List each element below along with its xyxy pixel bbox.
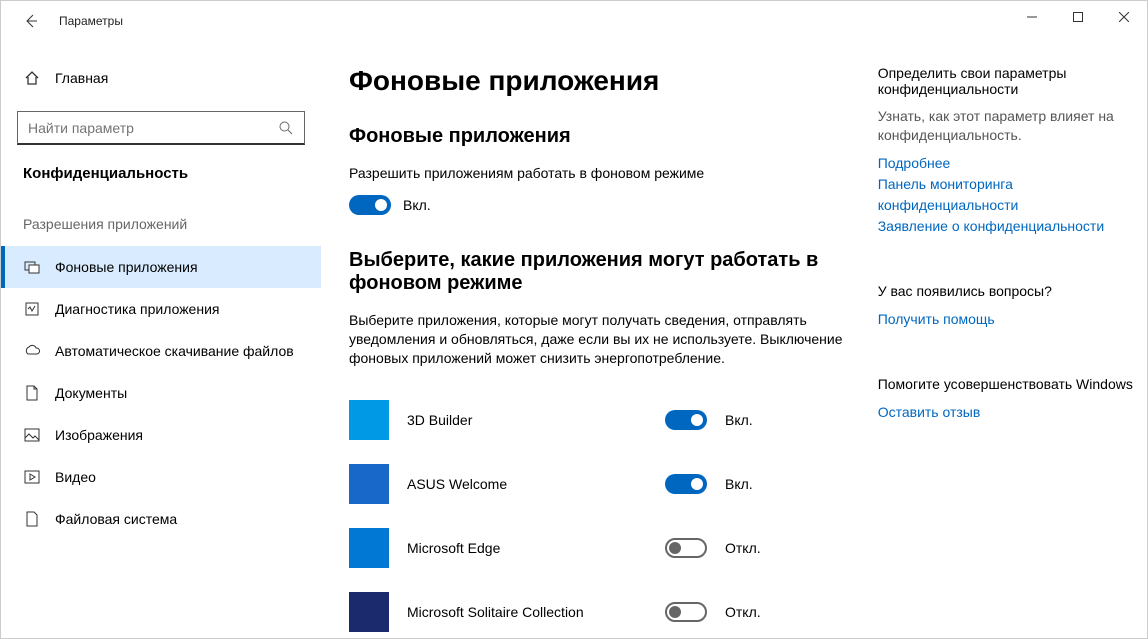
side-privacy-heading: Определить свои параметры конфиденциальн… [878, 65, 1147, 97]
link-privacy-dashboard[interactable]: Панель мониторинга конфиденциальности [878, 174, 1147, 216]
link-get-help[interactable]: Получить помощь [878, 309, 1147, 330]
group-title: Разрешения приложений [17, 216, 305, 232]
section-background-apps-heading: Фоновые приложения [349, 125, 848, 148]
sidebar-item-app-diagnostics[interactable]: Диагностика приложения [1, 288, 321, 330]
master-toggle[interactable] [349, 195, 391, 215]
search-box[interactable] [17, 111, 305, 145]
sidebar-item-videos[interactable]: Видео [1, 456, 321, 498]
app-list: 3D Builder Вкл. ASUS Welcome Вкл. Microsoft … [349, 388, 848, 638]
sidebar-item-label: Видео [55, 469, 96, 485]
choose-apps-description: Выберите приложения, которые могут получ… [349, 311, 848, 368]
sidebar: Главная Конфиденциальность Разрешения пр… [1, 41, 321, 638]
app-icon [349, 528, 389, 568]
video-icon [23, 468, 41, 486]
app-toggle[interactable] [665, 410, 707, 430]
app-row: Microsoft Solitaire Collection Откл. [349, 580, 848, 638]
app-row: ASUS Welcome Вкл. [349, 452, 848, 516]
minimize-icon [1027, 12, 1037, 22]
home-button[interactable]: Главная [17, 65, 305, 91]
back-arrow-icon [23, 13, 39, 29]
sidebar-item-label: Документы [55, 385, 127, 401]
app-name: Microsoft Edge [407, 540, 647, 556]
app-row: Microsoft Edge Откл. [349, 516, 848, 580]
master-toggle-description: Разрешить приложениям работать в фоновом… [349, 164, 848, 183]
app-toggle-label: Откл. [725, 540, 761, 556]
home-icon [23, 69, 41, 87]
link-privacy-statement[interactable]: Заявление о конфиденциальности [878, 216, 1147, 237]
sidebar-item-label: Автоматическое скачивание файлов [55, 343, 294, 359]
close-button[interactable] [1101, 1, 1147, 33]
search-input[interactable] [28, 120, 278, 136]
cloud-download-icon [23, 342, 41, 360]
main-area: Фоновые приложения Фоновые приложения Ра… [321, 41, 1147, 638]
diagnostics-icon [23, 300, 41, 318]
maximize-button[interactable] [1055, 1, 1101, 33]
sidebar-item-documents[interactable]: Документы [1, 372, 321, 414]
app-icon [349, 400, 389, 440]
sidebar-item-label: Изображения [55, 427, 143, 443]
sidebar-item-label: Диагностика приложения [55, 301, 219, 317]
sidebar-item-pictures[interactable]: Изображения [1, 414, 321, 456]
link-learn-more[interactable]: Подробнее [878, 153, 1147, 174]
titlebar: Параметры [1, 1, 1147, 41]
app-toggle[interactable] [665, 602, 707, 622]
master-toggle-label: Вкл. [403, 197, 431, 213]
side-panel: Определить свои параметры конфиденциальн… [878, 65, 1147, 638]
document-icon [23, 384, 41, 402]
window-controls [1009, 1, 1147, 33]
app-toggle-label: Вкл. [725, 476, 753, 492]
minimize-button[interactable] [1009, 1, 1055, 33]
back-button[interactable] [17, 7, 45, 35]
category-title: Конфиденциальность [17, 165, 305, 182]
app-name: ASUS Welcome [407, 476, 647, 492]
app-row: 3D Builder Вкл. [349, 388, 848, 452]
app-icon [349, 592, 389, 632]
section-choose-apps-heading: Выберите, какие приложения могут работат… [349, 249, 848, 295]
sidebar-item-label: Файловая система [55, 511, 177, 527]
sidebar-item-filesystem[interactable]: Файловая система [1, 498, 321, 540]
sidebar-item-background-apps[interactable]: Фоновые приложения [1, 246, 321, 288]
app-toggle[interactable] [665, 474, 707, 494]
window-title: Параметры [59, 14, 123, 28]
app-icon [349, 464, 389, 504]
app-toggle-label: Вкл. [725, 412, 753, 428]
close-icon [1119, 12, 1129, 22]
maximize-icon [1073, 12, 1083, 22]
side-feedback-heading: Помогите усовершенствовать Windows [878, 376, 1147, 392]
sidebar-item-label: Фоновые приложения [55, 259, 198, 275]
background-apps-icon [23, 258, 41, 276]
sidebar-item-auto-downloads[interactable]: Автоматическое скачивание файлов [1, 330, 321, 372]
link-give-feedback[interactable]: Оставить отзыв [878, 402, 1147, 423]
home-label: Главная [55, 70, 108, 86]
search-icon [278, 120, 294, 136]
side-privacy-text: Узнать, как этот параметр влияет на конф… [878, 107, 1147, 145]
app-toggle[interactable] [665, 538, 707, 558]
app-name: 3D Builder [407, 412, 647, 428]
file-icon [23, 510, 41, 528]
app-name: Microsoft Solitaire Collection [407, 604, 647, 620]
page-title: Фоновые приложения [349, 65, 848, 97]
pictures-icon [23, 426, 41, 444]
app-toggle-label: Откл. [725, 604, 761, 620]
side-questions-heading: У вас появились вопросы? [878, 283, 1147, 299]
